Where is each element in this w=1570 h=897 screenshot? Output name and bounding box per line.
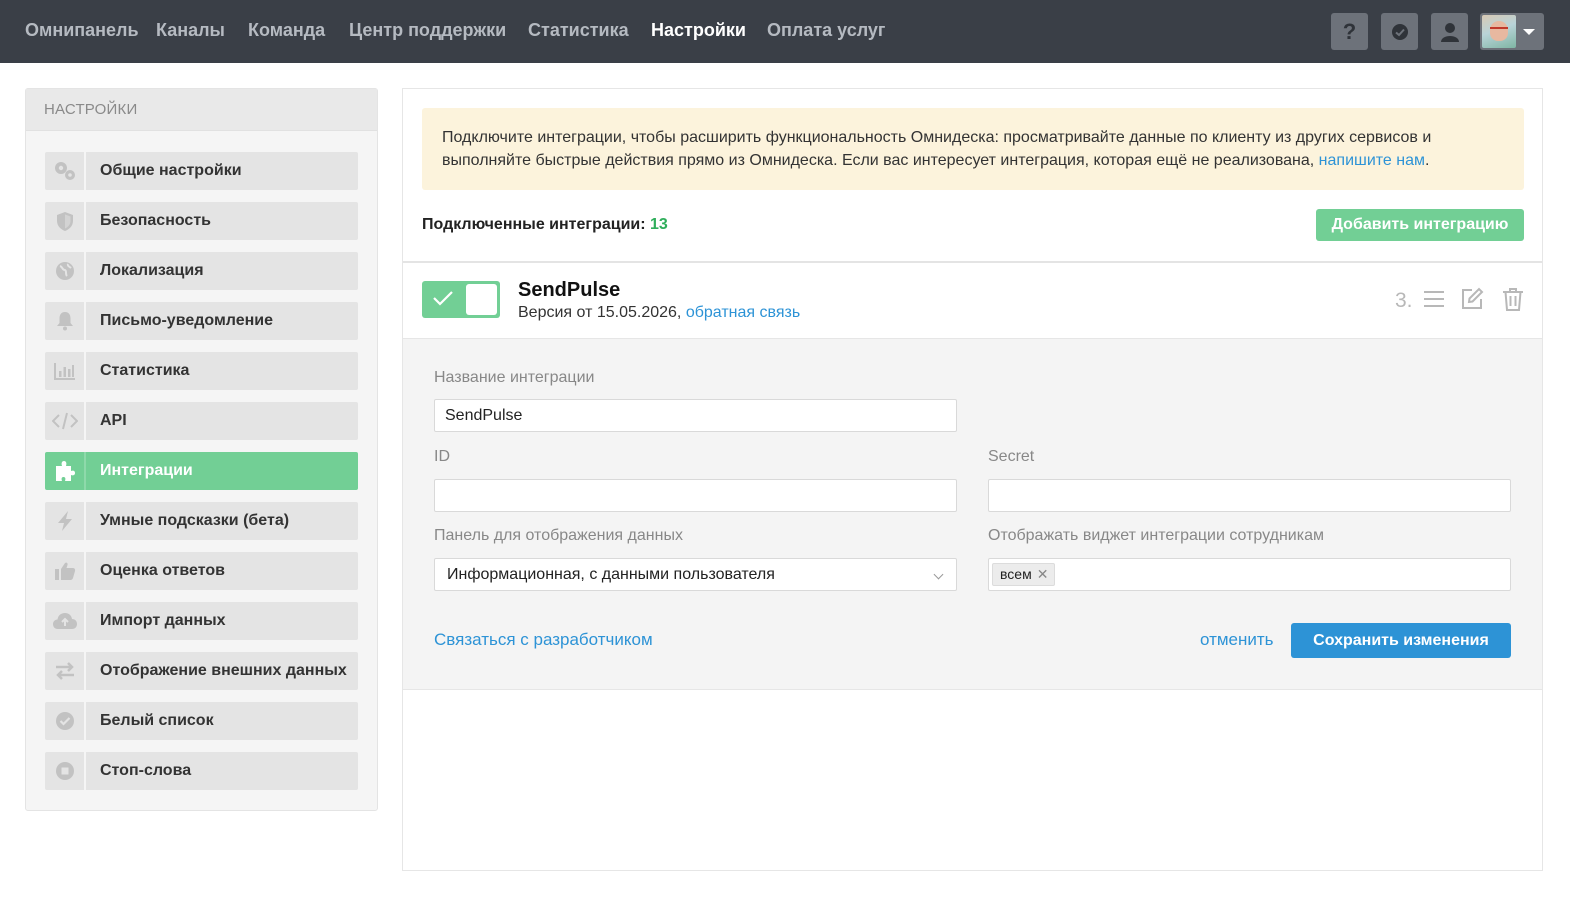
edit-icon[interactable] bbox=[1460, 287, 1484, 311]
nav-settings[interactable]: Настройки bbox=[651, 20, 746, 41]
sidebar-item-label: Отображение внешних данных bbox=[100, 662, 347, 679]
panel-select[interactable]: Информационная, с данными пользователя bbox=[434, 558, 957, 591]
sidebar-item-localization[interactable]: Локализация bbox=[45, 252, 358, 290]
sidebar-item-security[interactable]: Безопасность bbox=[45, 202, 358, 240]
trash-icon[interactable] bbox=[1502, 287, 1524, 312]
nav-billing[interactable]: Оплата услуг bbox=[767, 20, 885, 41]
bar-chart-icon bbox=[45, 352, 86, 390]
add-integration-button[interactable]: Добавить интеграцию bbox=[1316, 209, 1524, 241]
id-label: ID bbox=[434, 448, 450, 465]
caret-down-icon bbox=[1523, 29, 1535, 35]
nav-support-center[interactable]: Центр поддержки bbox=[349, 20, 506, 41]
sidebar-item-notification[interactable]: Письмо-уведомление bbox=[45, 302, 358, 340]
panel-select-value: Информационная, с данными пользователя bbox=[447, 566, 775, 583]
integration-version: Версия от 15.05.2026, обратная связь bbox=[518, 304, 801, 321]
nav-statistics[interactable]: Статистика bbox=[528, 20, 629, 41]
check-badge-icon bbox=[1391, 23, 1408, 40]
thumbs-up-icon bbox=[45, 552, 86, 590]
top-navbar: Омнипанель Каналы Команда Центр поддержк… bbox=[0, 0, 1570, 63]
feedback-link[interactable]: обратная связь bbox=[686, 304, 800, 321]
notice-text: Подключите интеграции, чтобы расширить ф… bbox=[442, 129, 1432, 169]
cancel-link[interactable]: отменить bbox=[1200, 630, 1274, 650]
sidebar-item-label: Интеграции bbox=[100, 462, 193, 479]
integrations-panel: Подключите интеграции, чтобы расширить ф… bbox=[402, 88, 1543, 871]
sidebar-item-smart-hints[interactable]: Умные подсказки (бета) bbox=[45, 502, 358, 540]
shield-icon bbox=[45, 202, 86, 240]
sidebar-item-label: Локализация bbox=[100, 262, 204, 279]
sidebar-item-whitelist[interactable]: Белый список bbox=[45, 702, 358, 740]
sidebar-item-label: API bbox=[100, 412, 127, 429]
save-changes-button[interactable]: Сохранить изменения bbox=[1291, 623, 1511, 658]
globe-icon bbox=[45, 252, 86, 290]
drag-handle-icon[interactable] bbox=[1423, 289, 1445, 309]
secret-label: Secret bbox=[988, 448, 1035, 465]
help-button[interactable]: ? bbox=[1331, 13, 1368, 50]
nav-omnipanel[interactable]: Омнипанель bbox=[25, 20, 139, 41]
settings-sidebar: НАСТРОЙКИ Общие настройки Безопасность Л… bbox=[25, 88, 378, 811]
integration-position: 3. bbox=[1395, 289, 1413, 312]
id-input[interactable] bbox=[434, 479, 957, 512]
integration-header: SendPulse Версия от 15.05.2026, обратная… bbox=[403, 261, 1542, 339]
avatar bbox=[1482, 15, 1516, 48]
check-badge-icon bbox=[45, 702, 86, 740]
connected-count: Подключенные интеграции: 13 bbox=[422, 216, 668, 233]
check-icon bbox=[433, 291, 453, 306]
bolt-icon bbox=[45, 502, 86, 540]
toggle-knob bbox=[466, 284, 497, 315]
remove-tag-icon[interactable]: ✕ bbox=[1037, 566, 1049, 582]
sidebar-item-external-data[interactable]: Отображение внешних данных bbox=[45, 652, 358, 690]
widget-label: Отображать виджет интеграции сотрудникам bbox=[988, 527, 1324, 544]
sidebar-item-label: Статистика bbox=[100, 362, 190, 379]
sidebar-item-label: Импорт данных bbox=[100, 612, 226, 629]
sidebar-item-api[interactable]: API bbox=[45, 402, 358, 440]
secret-input[interactable] bbox=[988, 479, 1511, 512]
sidebar-item-ratings[interactable]: Оценка ответов bbox=[45, 552, 358, 590]
avatar-menu[interactable] bbox=[1480, 13, 1544, 50]
sidebar-item-label: Умные подсказки (бета) bbox=[100, 512, 290, 529]
code-icon bbox=[45, 402, 86, 440]
sidebar-item-general[interactable]: Общие настройки bbox=[45, 152, 358, 190]
panel-label: Панель для отображения данных bbox=[434, 527, 683, 544]
sidebar-item-label: Белый список bbox=[100, 712, 214, 729]
profile-button[interactable] bbox=[1431, 13, 1468, 50]
staff-tag: всем ✕ bbox=[992, 563, 1056, 586]
nav-team[interactable]: Команда bbox=[248, 20, 325, 41]
status-button[interactable] bbox=[1381, 13, 1418, 50]
sidebar-item-label: Общие настройки bbox=[100, 162, 242, 179]
sidebar-item-label: Безопасность bbox=[100, 212, 211, 229]
sidebar-title: НАСТРОЙКИ bbox=[26, 89, 377, 131]
integration-title: SendPulse bbox=[518, 279, 621, 301]
name-label: Название интеграции bbox=[434, 369, 595, 386]
integration-toggle[interactable] bbox=[422, 281, 500, 318]
sidebar-item-stop-words[interactable]: Стоп-слова bbox=[45, 752, 358, 790]
puzzle-icon bbox=[45, 452, 86, 490]
sidebar-item-integrations[interactable]: Интеграции bbox=[45, 452, 358, 490]
user-icon bbox=[1440, 22, 1459, 42]
sidebar-item-statistics[interactable]: Статистика bbox=[45, 352, 358, 390]
cloud-upload-icon bbox=[45, 602, 86, 640]
sidebar-item-label: Стоп-слова bbox=[100, 762, 192, 779]
integration-form: Название интеграции ID Secret Панель для… bbox=[403, 339, 1542, 690]
sidebar-item-label: Письмо-уведомление bbox=[100, 312, 274, 329]
bell-icon bbox=[45, 302, 86, 340]
info-notice: Подключите интеграции, чтобы расширить ф… bbox=[422, 108, 1524, 190]
widget-staff-multiselect[interactable]: всем ✕ bbox=[988, 558, 1511, 591]
contact-us-link[interactable]: напишите нам bbox=[1319, 152, 1425, 169]
nav-channels[interactable]: Каналы bbox=[156, 20, 225, 41]
integration-name-input[interactable] bbox=[434, 399, 957, 432]
chevron-down-icon bbox=[933, 569, 944, 580]
sidebar-item-label: Оценка ответов bbox=[100, 562, 225, 579]
question-icon: ? bbox=[1342, 18, 1357, 44]
stop-icon bbox=[45, 752, 86, 790]
gears-icon bbox=[45, 152, 86, 190]
exchange-icon bbox=[45, 652, 86, 690]
connected-count-value: 13 bbox=[650, 216, 668, 233]
contact-developer-link[interactable]: Связаться с разработчиком bbox=[434, 630, 653, 650]
sidebar-item-import[interactable]: Импорт данных bbox=[45, 602, 358, 640]
